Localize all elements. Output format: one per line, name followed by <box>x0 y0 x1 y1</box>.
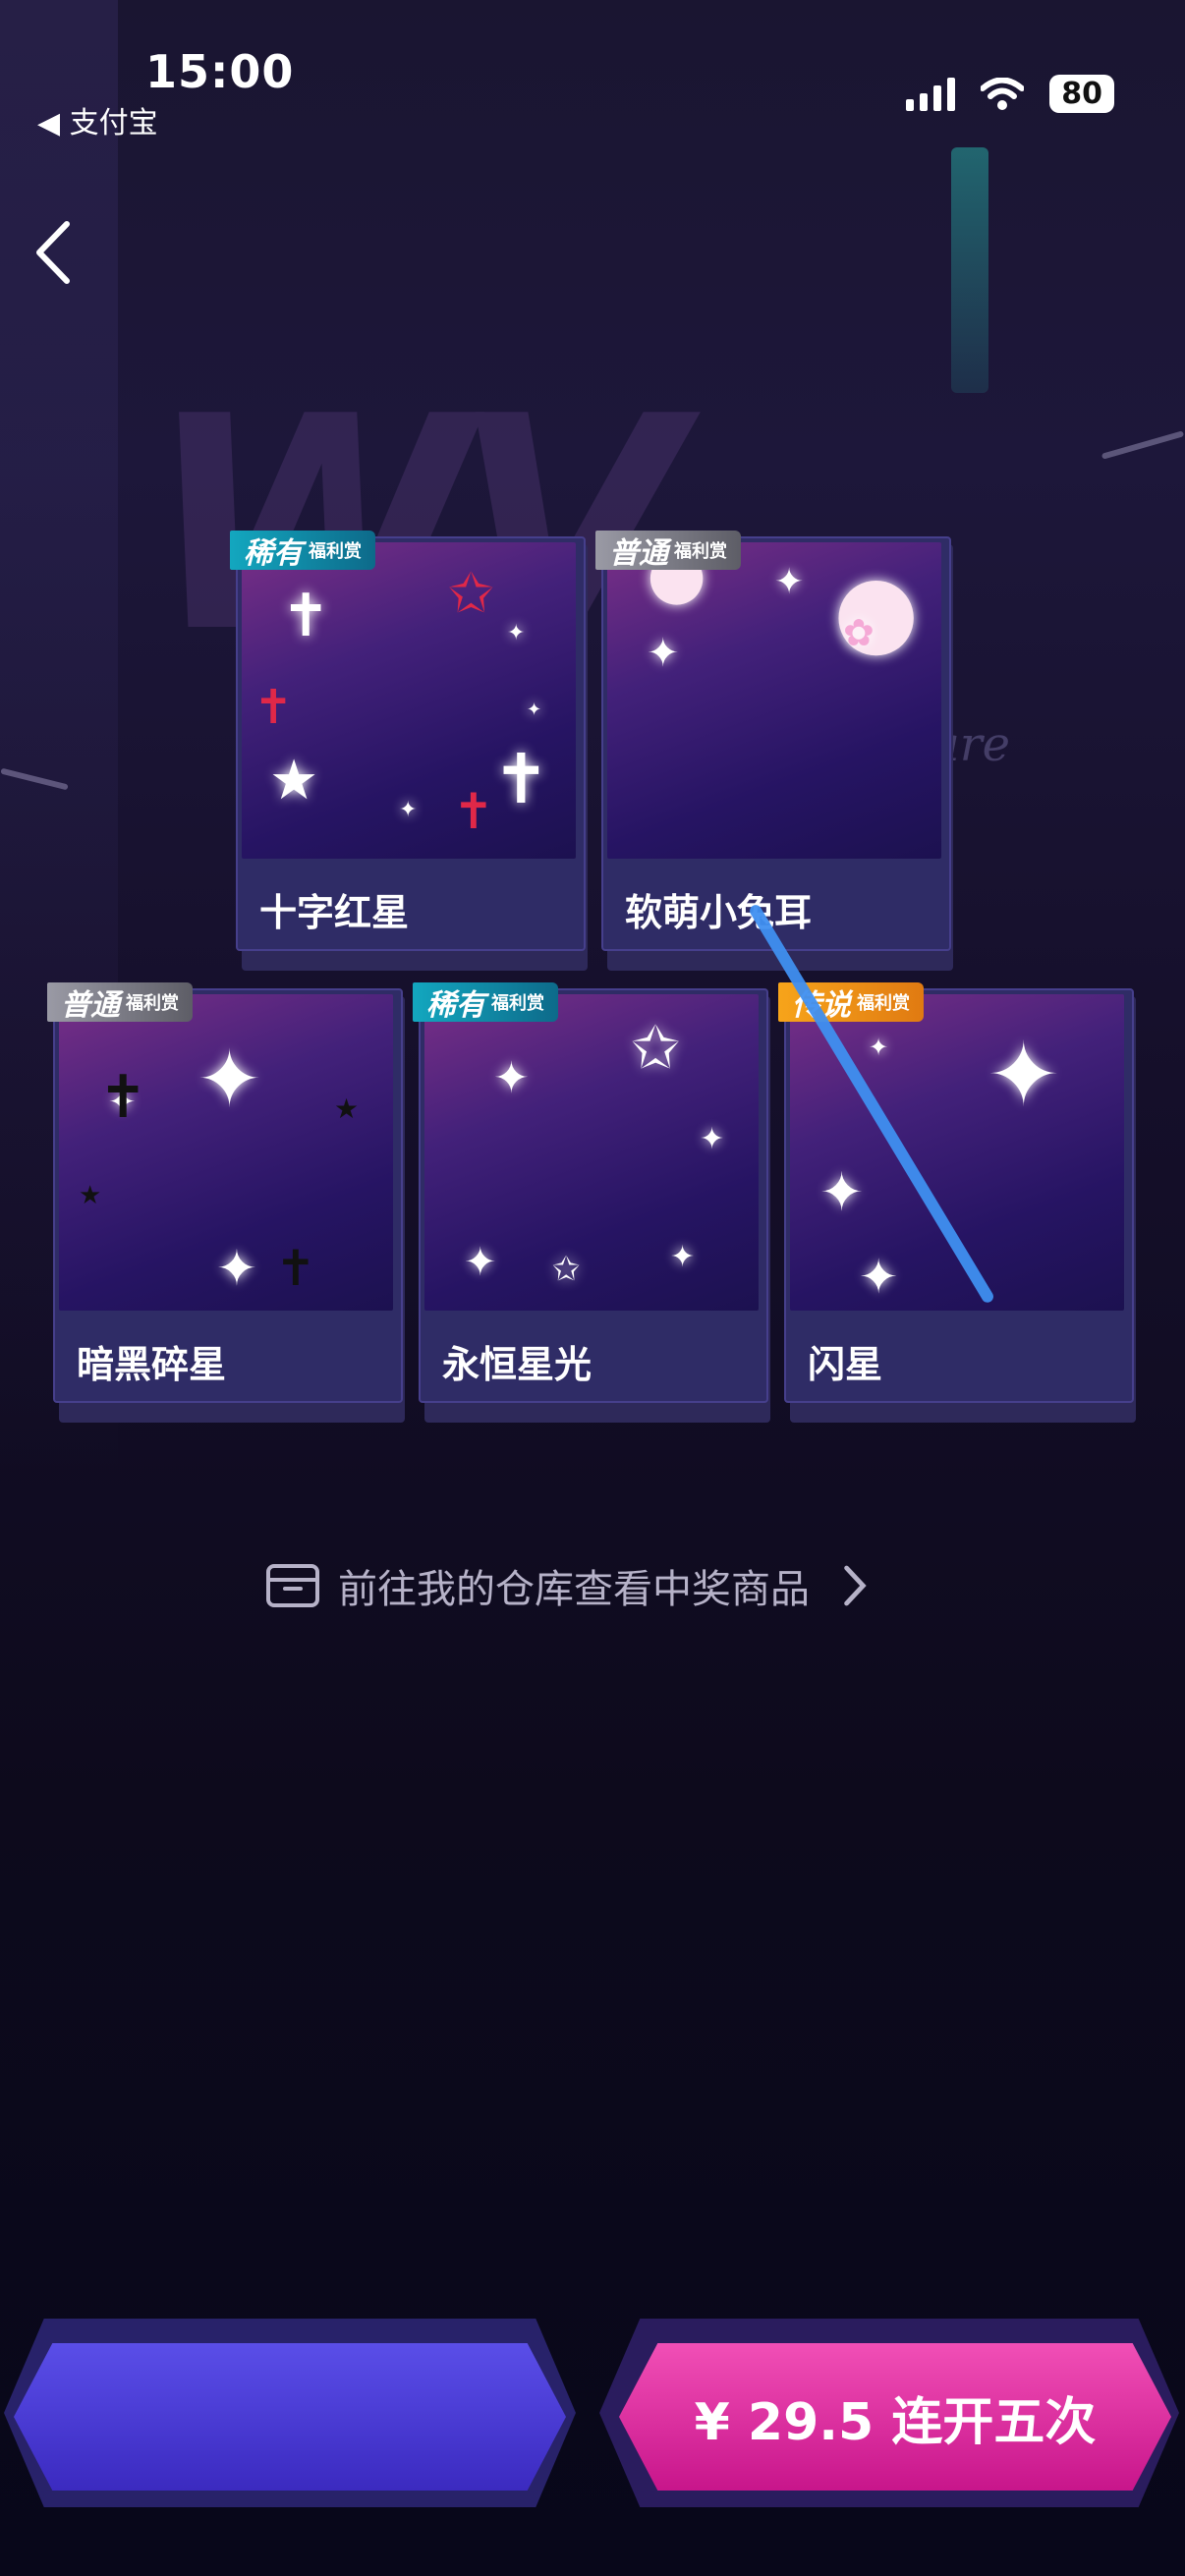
cross-icon: ✝ <box>453 783 494 840</box>
box-icon <box>266 1564 319 1607</box>
star-icon: ★ <box>334 1092 360 1125</box>
sparkle-icon: ✦ <box>507 621 526 645</box>
sparkle-icon: ✦ <box>670 1240 696 1274</box>
light-beam <box>1100 430 1185 460</box>
prize-card[interactable]: ✩ ✦ ✦ ✩ ✦ ✦ 稀有 福利赏 永恒星光 <box>413 982 770 1423</box>
cross-icon: ✝ <box>98 1063 148 1132</box>
warehouse-link-label: 前往我的仓库查看中奖商品 <box>338 1567 810 1612</box>
prize-image: ✩ ✦ ✦ ✩ ✦ ✦ <box>424 994 759 1311</box>
prize-image: ✝ ✝ ✩ ★ ✝ ✝ ✦ ✦ ✦ <box>242 542 576 859</box>
back-to-app-link[interactable]: ◀ 支付宝 <box>37 98 158 141</box>
cross-icon: ✝ <box>275 1240 316 1297</box>
open-once-button[interactable] <box>14 2343 566 2491</box>
status-icons: 80 <box>906 75 1114 113</box>
prize-image: ✦ ✦ ✦ ✝ ✝ ★ ★ <box>59 994 393 1311</box>
status-time: 15:00 <box>145 45 295 98</box>
prize-name: 暗黑碎星 <box>77 1343 227 1386</box>
chevron-left-icon <box>36 221 70 284</box>
open-five-button[interactable]: ¥ 29.5 连开五次 <box>619 2343 1171 2491</box>
sparkle-icon: ✦ <box>987 1024 1061 1127</box>
star-icon: ✩ <box>631 1014 681 1083</box>
prize-card[interactable]: ✦ ✦ ✦ ✝ ✝ ★ ★ 普通 福利赏 暗黑碎星 <box>47 982 405 1423</box>
sparkle-icon: ✦ <box>700 1122 725 1156</box>
cross-icon: ✝ <box>492 739 550 819</box>
cellular-signal-icon <box>906 77 956 111</box>
cross-icon: ✝ <box>281 582 331 650</box>
star-icon: ✩ <box>552 1250 581 1289</box>
prize-image: ● ● ✿ ✦ ✦ <box>607 542 941 859</box>
sparkle-icon: ✦ <box>859 1250 899 1305</box>
star-icon: ★ <box>269 749 319 812</box>
rarity-badge: 普通 福利赏 <box>595 531 741 571</box>
neon-sign <box>951 147 988 393</box>
prize-name: 十字红星 <box>259 891 410 934</box>
prize-card[interactable]: ✝ ✝ ✩ ★ ✝ ✝ ✦ ✦ ✦ 稀有 福利赏 十字红星 <box>230 531 588 971</box>
open-five-label: ¥ 29.5 连开五次 <box>694 2392 1097 2452</box>
rarity-badge: 普通 福利赏 <box>47 982 193 1023</box>
chevron-right-icon <box>844 1565 867 1606</box>
sparkle-icon: ✦ <box>869 1034 889 1061</box>
wifi-icon <box>981 77 1025 110</box>
sparkle-icon: ✦ <box>527 700 542 720</box>
sparkle-icon: ✦ <box>819 1161 865 1223</box>
prize-name: 永恒星光 <box>442 1343 592 1386</box>
battery-icon: 80 <box>1049 75 1114 113</box>
sparkle-icon: ✦ <box>647 631 680 676</box>
back-button[interactable] <box>29 218 88 287</box>
sparkle-icon: ✦ <box>464 1240 497 1285</box>
rarity-badge: 稀有 福利赏 <box>230 531 375 571</box>
rarity-badge: 稀有 福利赏 <box>413 982 558 1023</box>
sparkle-icon: ✦ <box>197 1034 263 1125</box>
star-icon: ✩ <box>448 562 494 626</box>
bow-icon: ✿ <box>843 611 875 654</box>
warehouse-link[interactable]: 前往我的仓库查看中奖商品 <box>265 1557 882 1614</box>
sparkle-icon: ✦ <box>493 1053 530 1103</box>
star-icon: ★ <box>79 1181 102 1210</box>
sparkle-icon: ✦ <box>774 562 805 602</box>
prize-name: 软萌小兔耳 <box>625 891 813 934</box>
sparkle-icon: ✦ <box>216 1240 257 1297</box>
sparkle-icon: ✦ <box>399 798 418 822</box>
prize-card[interactable]: ● ● ✿ ✦ ✦ 普通 福利赏 软萌小兔耳 <box>595 531 953 971</box>
cross-icon: ✝ <box>254 680 294 735</box>
prize-name: 闪星 <box>808 1343 883 1386</box>
